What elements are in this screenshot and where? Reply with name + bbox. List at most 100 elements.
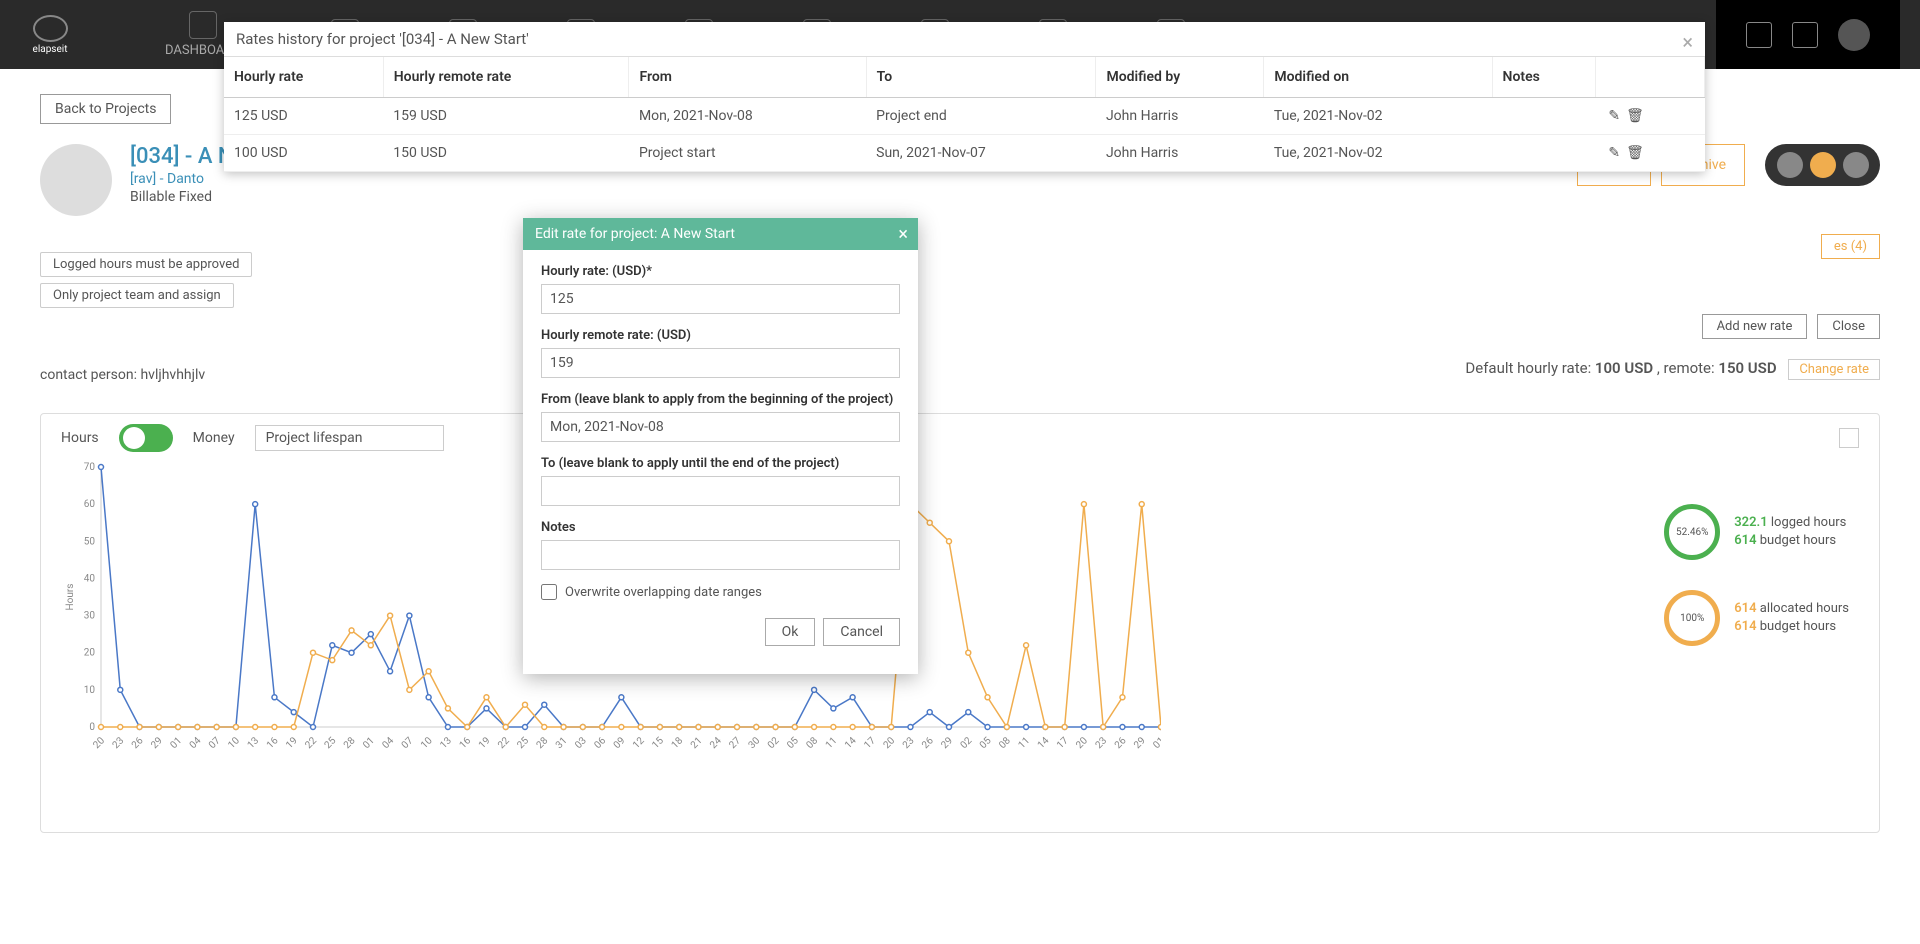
svg-text:13: 13 (438, 735, 454, 751)
svg-text:22: 22 (496, 735, 512, 751)
project-client-link[interactable]: [rav] - Danto (130, 171, 315, 187)
cancel-button[interactable]: Cancel (823, 618, 900, 646)
status-dot-2 (1810, 152, 1836, 178)
svg-text:23: 23 (111, 735, 127, 751)
help-icon[interactable] (1792, 22, 1818, 48)
svg-text:04: 04 (188, 735, 204, 751)
svg-text:10: 10 (419, 735, 435, 751)
svg-text:0: 0 (89, 722, 95, 733)
svg-text:24: 24 (708, 735, 724, 751)
svg-text:26: 26 (130, 735, 146, 751)
table-cell-to: Sun, 2021-Nov-07 (866, 135, 1096, 172)
rate-actions-row: Add new rate Close (40, 314, 1880, 339)
svg-text:15: 15 (650, 735, 666, 751)
svg-text:13: 13 (246, 735, 262, 751)
logo-icon (33, 15, 68, 42)
edit-icon[interactable]: ✎ (1608, 108, 1620, 124)
svg-text:07: 07 (400, 735, 416, 751)
settings-icon[interactable] (1746, 22, 1772, 48)
col-modby: Modified by (1096, 57, 1264, 98)
edit-icon[interactable]: ✎ (1608, 145, 1620, 161)
ok-button[interactable]: Ok (765, 618, 816, 646)
delete-icon[interactable]: 🗑 (1626, 145, 1644, 161)
svg-text:60: 60 (84, 499, 96, 510)
svg-text:22: 22 (303, 735, 319, 751)
app-logo[interactable]: elapseit (20, 15, 80, 55)
row-actions: ✎🗑 (1595, 135, 1704, 172)
close-icon[interactable]: × (898, 224, 908, 245)
svg-text:26: 26 (920, 735, 936, 751)
default-hourly-rate: 100 USD (1595, 359, 1653, 377)
stat-allocated: 100% 614 allocated hours 614 budget hour… (1664, 590, 1849, 646)
table-cell-modon: Tue, 2021-Nov-02 (1264, 98, 1492, 135)
notes-label: Notes (541, 520, 900, 535)
donut-allocated: 100% (1664, 590, 1720, 646)
rates-table-header: Hourly rate Hourly remote rate From To M… (224, 57, 1705, 98)
contact-person: contact person: hvljhvhhjlv (40, 367, 205, 383)
svg-text:04: 04 (380, 735, 396, 751)
svg-text:16: 16 (458, 735, 474, 751)
svg-text:26: 26 (1113, 735, 1129, 751)
row-actions: ✎🗑 (1595, 98, 1704, 135)
svg-text:02: 02 (959, 735, 975, 751)
rates-history-modal: Rates history for project '[034] - A New… (224, 22, 1705, 172)
chart-stats: 52.46% 322.1 logged hours 614 budget hou… (1664, 504, 1849, 646)
remote-rate-input[interactable] (541, 348, 900, 378)
svg-text:14: 14 (1036, 735, 1052, 751)
svg-text:30: 30 (747, 735, 763, 751)
svg-text:01: 01 (1151, 735, 1161, 751)
change-rate-button[interactable]: Change rate (1788, 359, 1880, 380)
svg-text:05: 05 (978, 735, 994, 751)
svg-text:25: 25 (323, 735, 339, 751)
svg-text:31: 31 (554, 735, 570, 751)
overwrite-label: Overwrite overlapping date ranges (565, 585, 762, 600)
rates-table: Hourly rate Hourly remote rate From To M… (224, 57, 1705, 172)
calendar-picker-icon[interactable] (1839, 428, 1859, 448)
svg-text:11: 11 (1016, 735, 1032, 751)
default-rate-line: Default hourly rate: 100 USD , remote: 1… (1465, 359, 1880, 383)
money-label: Money (193, 430, 235, 446)
svg-text:20: 20 (882, 735, 898, 751)
svg-text:29: 29 (939, 735, 955, 751)
delete-icon[interactable]: 🗑 (1626, 108, 1644, 124)
to-date-input[interactable] (541, 476, 900, 506)
table-cell-hourly: 125 USD (224, 98, 383, 135)
table-cell-notes (1492, 98, 1595, 135)
edit-rate-modal: Edit rate for project: A New Start × Hou… (523, 218, 918, 674)
back-to-projects-button[interactable]: Back to Projects (40, 94, 171, 124)
svg-text:29: 29 (149, 735, 165, 751)
svg-text:30: 30 (84, 611, 96, 622)
svg-text:28: 28 (342, 735, 358, 751)
svg-text:07: 07 (207, 735, 223, 751)
status-traffic-light[interactable] (1765, 144, 1880, 186)
svg-text:02: 02 (766, 735, 782, 751)
from-date-label: From (leave blank to apply from the begi… (541, 392, 900, 407)
svg-text:10: 10 (226, 735, 242, 751)
svg-text:23: 23 (901, 735, 917, 751)
col-to: To (866, 57, 1096, 98)
notes-input[interactable] (541, 540, 900, 570)
edit-modal-actions: Ok Cancel (541, 618, 900, 660)
svg-text:50: 50 (84, 536, 96, 547)
hours-money-toggle[interactable] (119, 424, 173, 452)
milestones-link[interactable]: es (4) (1821, 234, 1880, 259)
svg-text:21: 21 (689, 735, 705, 751)
close-icon[interactable]: × (1682, 30, 1693, 54)
table-cell-notes (1492, 135, 1595, 172)
from-date-input[interactable] (541, 412, 900, 442)
user-avatar[interactable] (1838, 19, 1870, 51)
svg-text:20: 20 (91, 735, 107, 751)
close-rates-button[interactable]: Close (1817, 314, 1880, 339)
toggle-knob (123, 427, 145, 449)
hourly-rate-input[interactable] (541, 284, 900, 314)
svg-text:40: 40 (84, 573, 96, 584)
tag-team: Only project team and assign (40, 283, 234, 308)
edit-modal-header: Edit rate for project: A New Start × (523, 218, 918, 250)
add-new-rate-button[interactable]: Add new rate (1702, 314, 1808, 339)
default-remote-rate: 150 USD (1718, 359, 1776, 377)
project-meta: Billable Fixed (130, 189, 315, 205)
svg-text:01: 01 (361, 735, 377, 751)
timespan-dropdown[interactable]: Project lifespan (255, 425, 444, 451)
table-cell-to: Project end (866, 98, 1096, 135)
overwrite-checkbox[interactable] (541, 584, 557, 600)
